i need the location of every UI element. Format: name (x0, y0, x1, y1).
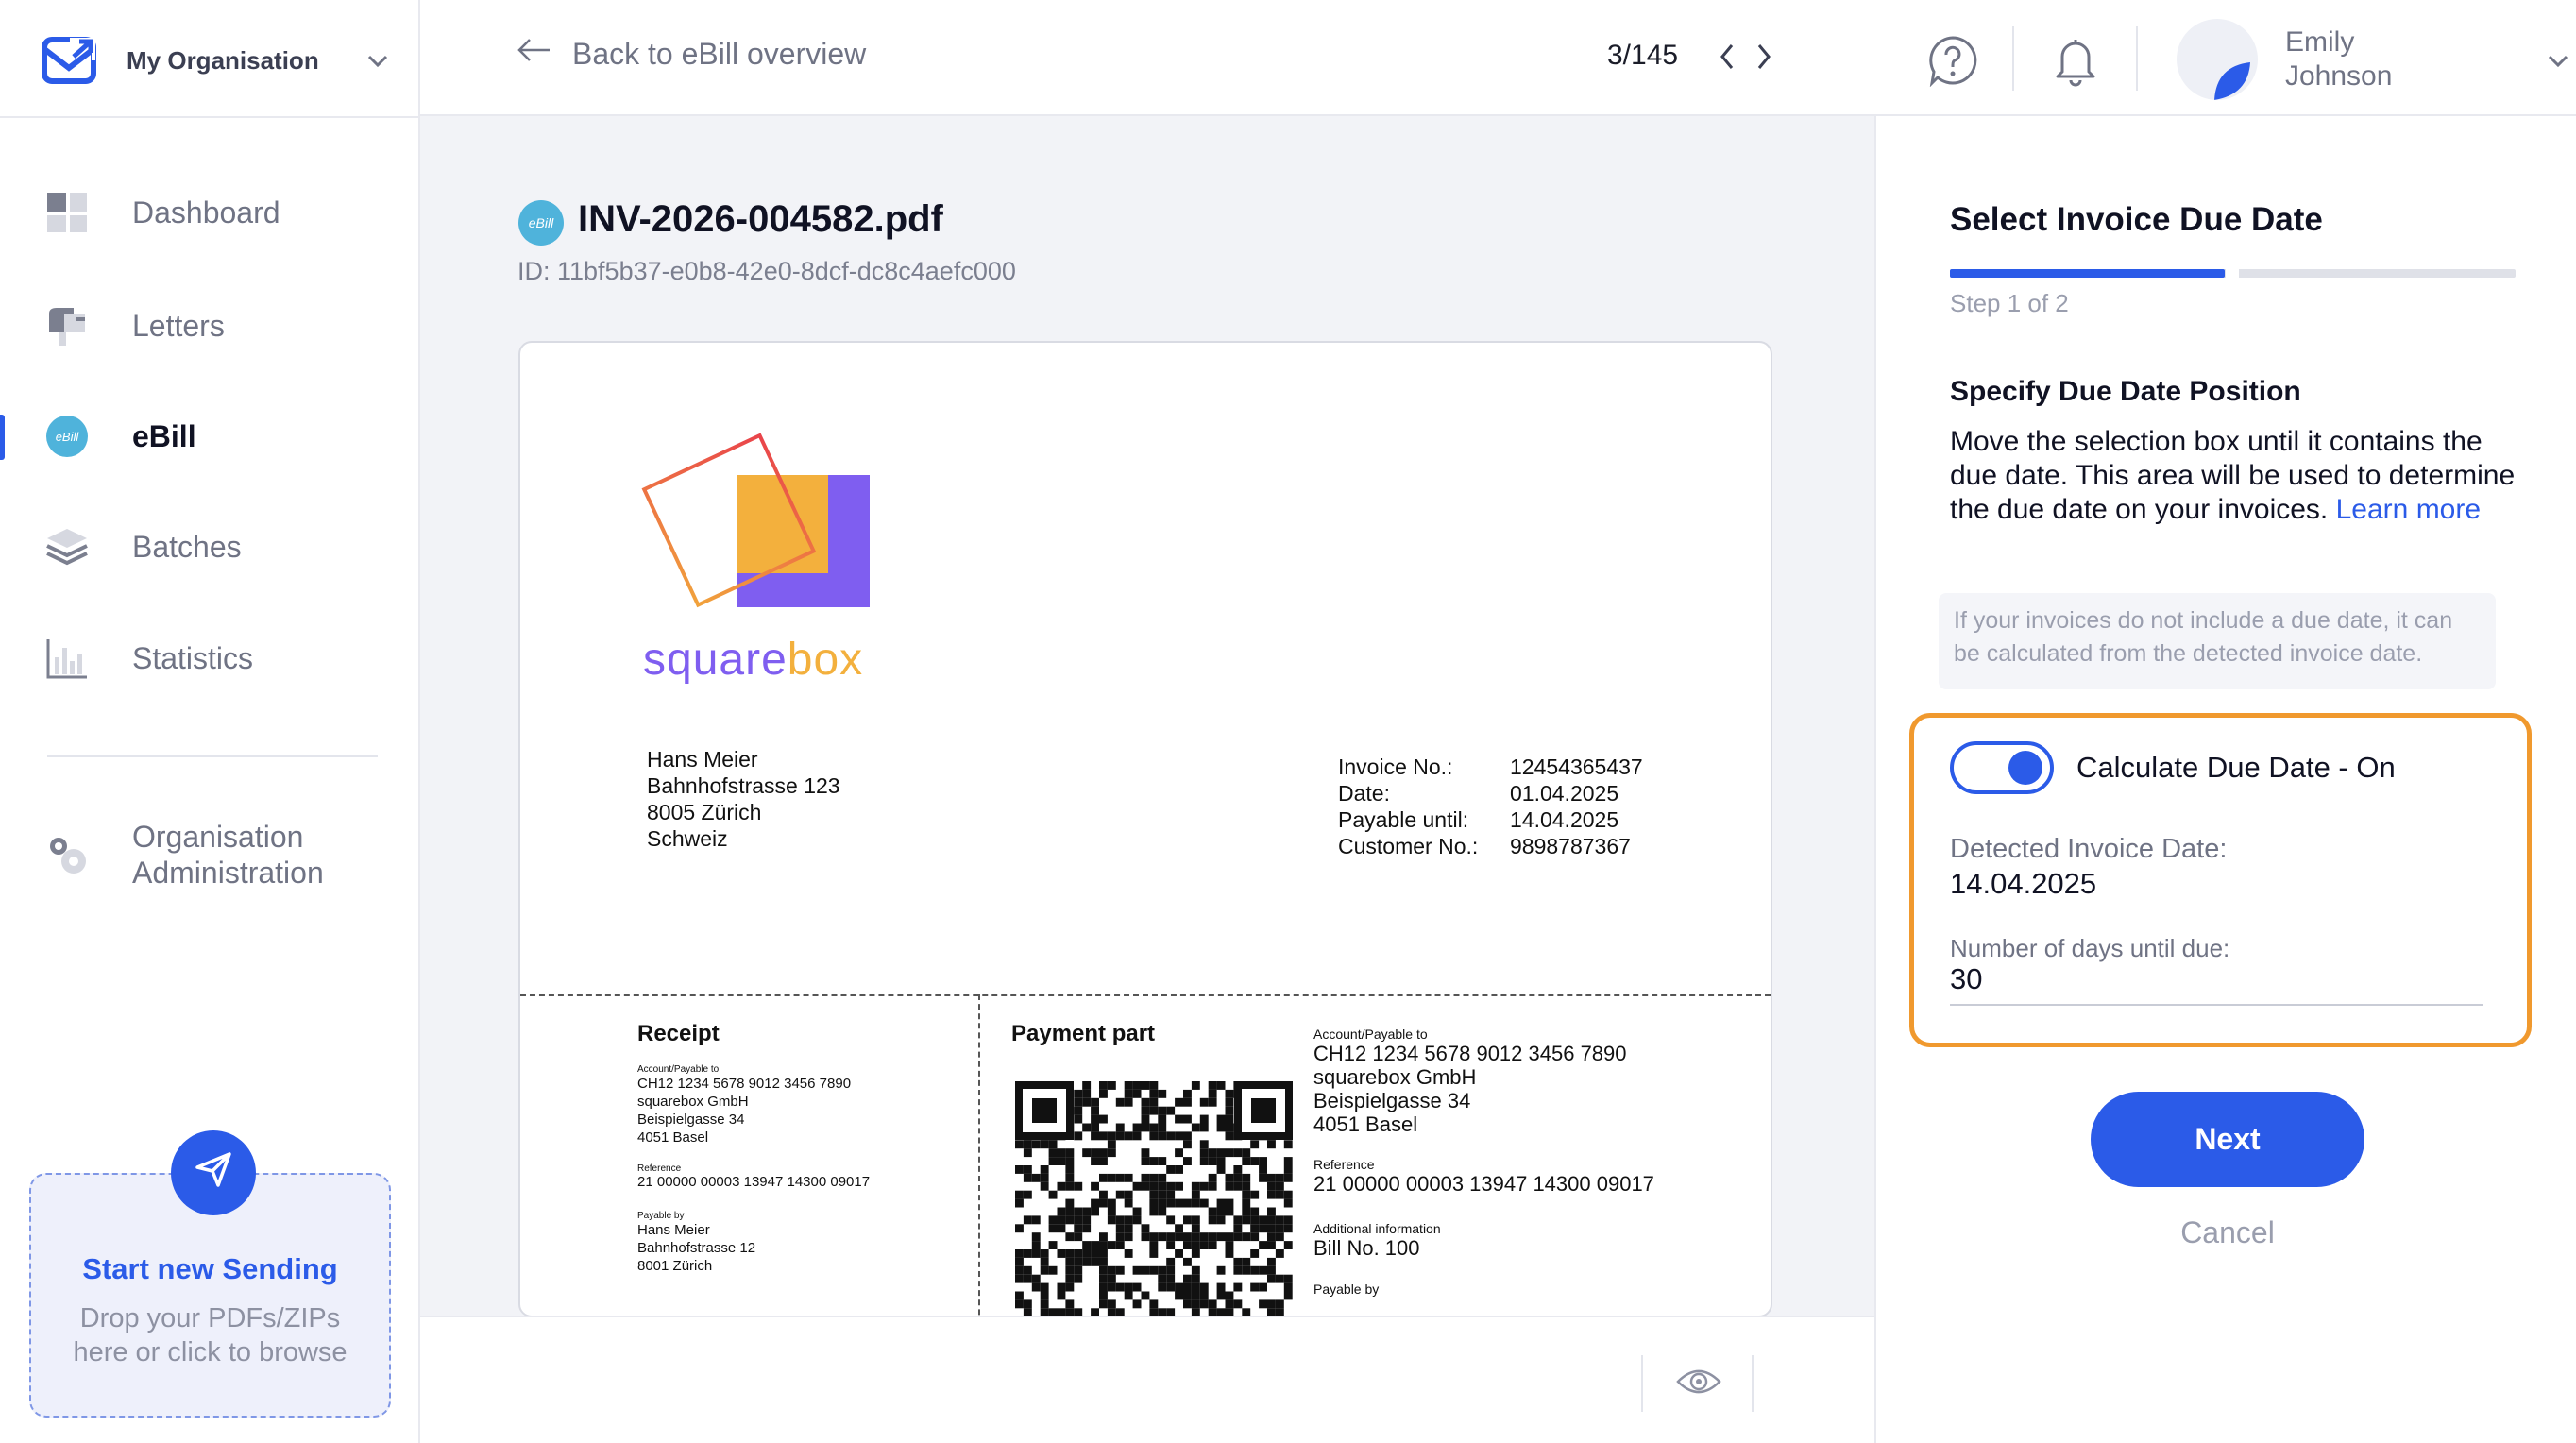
user-menu[interactable]: Emily Johnson (2177, 19, 2573, 100)
sidebar-item-label: Batches (132, 529, 242, 564)
user-first-name: Emily (2285, 26, 2355, 58)
ebill-badge-icon: eBill (517, 199, 565, 246)
send-button[interactable] (171, 1130, 256, 1215)
back-label: Back to eBill overview (572, 36, 867, 71)
receipt-section: Receipt Account/Payable to CH12 1234 567… (637, 1021, 871, 1274)
section-title: Specify Due Date Position (1950, 376, 2301, 407)
sidebar-item-letters[interactable]: Letters (0, 283, 420, 368)
sidebar-item-label-line2: Administration (132, 856, 324, 890)
sidebar-item-statistics[interactable]: Statistics (0, 616, 420, 701)
recipient-address: Hans Meier Bahnhofstrasse 123 8005 Züric… (647, 747, 840, 851)
org-name: My Organisation (127, 45, 319, 75)
section-description: Move the selection box until it contains… (1950, 426, 2516, 525)
toggle-knob (2008, 751, 2042, 785)
dashboard-icon (45, 191, 89, 234)
sidebar-item-batches[interactable]: Batches (0, 504, 420, 589)
bell-icon[interactable] (2049, 34, 2102, 94)
ebill-icon: eBill (45, 415, 89, 458)
payment-part-title: Payment part (1011, 1021, 1156, 1046)
top-bar: Back to eBill overview 3/145 Emily Johns… (420, 0, 2576, 116)
user-last-name: Johnson (2285, 60, 2393, 92)
next-button[interactable]: Next (2091, 1092, 2364, 1187)
days-until-due-label: Number of days until due: (1950, 934, 2230, 962)
org-switcher[interactable]: My Organisation (42, 34, 391, 87)
sidebar: My Organisation Dashboard Letters eBill … (0, 0, 420, 1443)
batches-icon (45, 525, 89, 569)
document-filename: INV-2026-004582.pdf (578, 198, 943, 240)
sidebar-item-label: Statistics (132, 640, 254, 675)
chevron-down-icon (364, 47, 391, 81)
viewer-toolbar (420, 1316, 1874, 1443)
qr-code (1015, 1081, 1293, 1316)
invoice-meta-labels: Invoice No.: Date: Payable until: Custom… (1338, 755, 1479, 858)
next-button-label: Next (2195, 1122, 2261, 1156)
letters-icon (45, 304, 89, 348)
calculate-due-date-toggle[interactable] (1950, 741, 2054, 794)
cancel-button-label: Cancel (2180, 1215, 2275, 1249)
upload-title: Start new Sending (82, 1252, 338, 1285)
sidebar-item-label: eBill (132, 418, 196, 453)
sidebar-item-dashboard[interactable]: Dashboard (0, 170, 420, 255)
statistics-icon (45, 637, 89, 680)
step-label: Step 1 of 2 (1950, 289, 2069, 317)
learn-more-link[interactable]: Learn more (2336, 494, 2481, 525)
pager-label: 3/145 (1607, 40, 1679, 71)
avatar (2177, 19, 2258, 100)
toggle-label: Calculate Due Date - On (2076, 751, 2396, 784)
days-until-due-input[interactable]: 30 (1950, 962, 2483, 1006)
chevron-right-icon[interactable] (1754, 42, 1774, 79)
sidebar-item-label-line1: Organisation (132, 820, 304, 854)
sidebar-item-ebill[interactable]: eBill eBill (0, 394, 420, 479)
send-icon (193, 1148, 234, 1197)
days-until-due-value: 30 (1950, 962, 1983, 995)
panel-title: Select Invoice Due Date (1950, 201, 2323, 238)
chevron-left-icon[interactable] (1717, 42, 1737, 79)
upload-hint-line2: here or click to browse (73, 1337, 347, 1367)
invoice-meta-values: 12454365437 01.04.2025 14.04.2025 989878… (1510, 755, 1643, 858)
chevron-down-icon (2545, 47, 2571, 81)
invoice-preview[interactable]: squarebox Hans Meier Bahnhofstrasse 123 … (518, 341, 1772, 1317)
arrow-left-icon (515, 36, 552, 72)
svg-text:eBill: eBill (56, 430, 80, 444)
logo-icon (42, 36, 96, 85)
cancel-button[interactable]: Cancel (2091, 1215, 2364, 1263)
detected-date-value: 14.04.2025 (1950, 867, 2097, 900)
upload-hint-line1: Drop your PDFs/ZIPs (79, 1303, 341, 1333)
help-icon[interactable] (1926, 34, 1979, 94)
document-id: ID: 11bf5b37-e0b8-42e0-8dcf-dc8c4aefc000 (517, 257, 1016, 285)
payment-details: Account/Payable to CH12 1234 5678 9012 3… (1313, 1027, 1654, 1297)
back-link[interactable]: Back to eBill overview (515, 36, 866, 72)
squarebox-logo (634, 418, 889, 634)
detected-date-label: Detected Invoice Date: (1950, 834, 2228, 864)
sidebar-item-label: Dashboard (132, 195, 280, 229)
svg-text:eBill: eBill (529, 215, 554, 230)
step-progress-fill (1950, 269, 2225, 278)
hint-box: If your invoices do not include a due da… (1939, 593, 2496, 689)
settings-icon (45, 833, 89, 876)
due-date-panel: Select Invoice Due Date Step 1 of 2 Spec… (1874, 116, 2576, 1443)
sidebar-item-organisation-administration[interactable]: Organisation Administration (0, 803, 420, 907)
eye-icon[interactable] (1675, 1365, 1722, 1406)
sidebar-item-label: Letters (132, 308, 225, 343)
squarebox-logo-text: squarebox (643, 635, 864, 685)
